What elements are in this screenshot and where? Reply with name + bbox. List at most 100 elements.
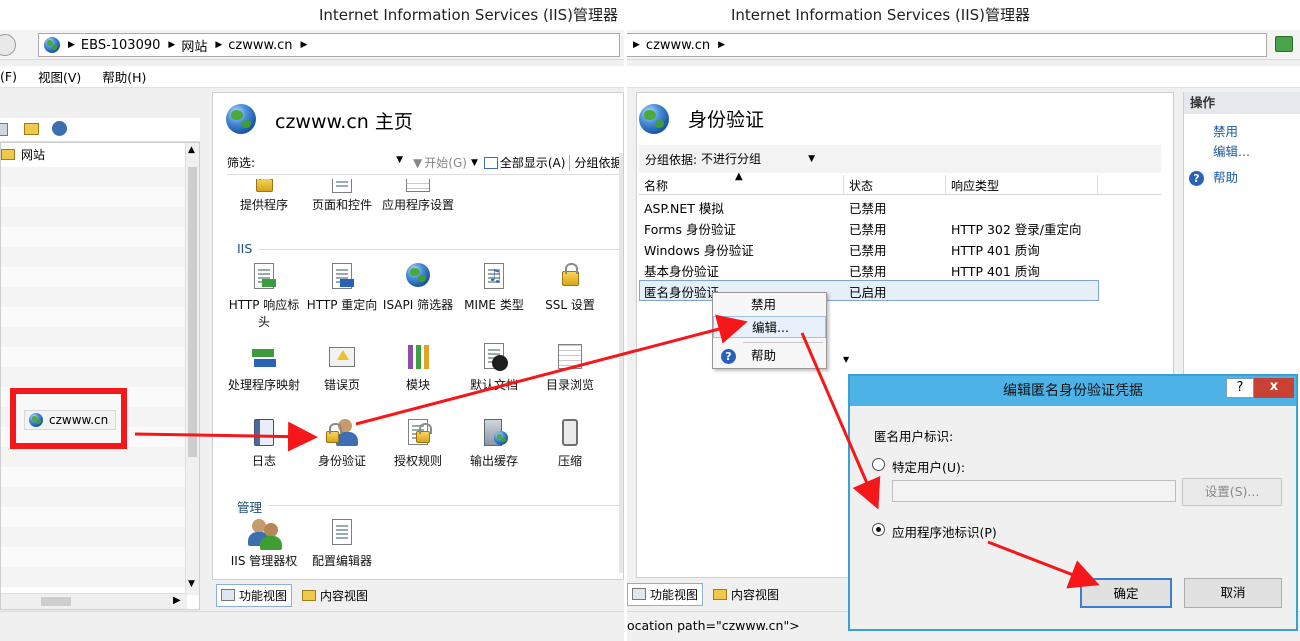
ok-button[interactable]: 确定 xyxy=(1080,578,1172,608)
tab-features-view[interactable]: 功能视图 xyxy=(627,582,704,606)
tree-vertical-scrollbar[interactable]: ▲ ▼ xyxy=(185,143,199,595)
scroll-right-icon[interactable]: ▶ xyxy=(173,595,181,606)
folder-icon[interactable] xyxy=(24,123,39,135)
show-all-button[interactable]: 全部显示(A) xyxy=(500,154,566,171)
feature-directory-browsing[interactable]: 目录浏览 xyxy=(531,341,609,394)
column-separator[interactable] xyxy=(945,175,946,195)
response-headers-icon xyxy=(248,261,280,293)
tab-features-view[interactable]: 功能视图 xyxy=(216,583,293,607)
row-status: 已禁用 xyxy=(849,222,887,237)
radio-specific-user[interactable] xyxy=(872,458,885,471)
feature-compression-label: 压缩 xyxy=(557,454,582,468)
row-response: HTTP 302 登录/重定向 xyxy=(951,222,1082,237)
chevron-down-icon[interactable]: ▼ xyxy=(471,158,478,168)
back-button[interactable] xyxy=(0,34,16,56)
group-by-value: 不进行分组 xyxy=(701,152,762,166)
feature-iis-manager-permissions[interactable]: IIS 管理器权 xyxy=(225,517,303,570)
column-separator[interactable] xyxy=(1097,175,1098,195)
scroll-up-icon[interactable]: ▲ xyxy=(188,145,195,155)
action-disable[interactable]: 禁用 xyxy=(1184,122,1300,142)
feature-mime-types[interactable]: ♫ MIME 类型 xyxy=(455,261,533,314)
feature-authorization-rules[interactable]: 授权规则 xyxy=(379,417,457,470)
feature-error-pages[interactable]: 错误页 xyxy=(303,341,381,394)
feature-providers[interactable]: 提供程序 xyxy=(225,179,303,214)
feature-authentication[interactable]: 身份验证 xyxy=(303,417,381,470)
scroll-thumb-horizontal[interactable] xyxy=(41,597,71,606)
cancel-button[interactable]: 取消 xyxy=(1184,578,1282,608)
toolbar-icon[interactable] xyxy=(0,123,8,136)
row-status: 已启用 xyxy=(849,285,887,300)
redirect-icon xyxy=(326,261,358,293)
tab-content-view[interactable]: 内容视图 xyxy=(298,585,372,606)
feature-app-settings[interactable]: 应用程序设置 xyxy=(379,179,457,214)
menu-file[interactable]: (F) xyxy=(0,69,17,84)
menu-help[interactable]: 帮助(H) xyxy=(102,67,146,86)
tab-content-view[interactable]: 内容视图 xyxy=(709,584,783,605)
refresh-icon[interactable] xyxy=(1275,36,1293,52)
set-user-button[interactable]: 设置(S)... xyxy=(1182,478,1282,506)
context-menu-edit[interactable]: 编辑... xyxy=(713,316,826,338)
chevron-right-icon: ▶ xyxy=(300,40,308,50)
group-by-select[interactable]: 不进行分组 ▼ xyxy=(701,149,817,169)
lock-icon xyxy=(554,261,586,293)
go-button[interactable]: 开始(G) xyxy=(424,154,467,171)
table-row[interactable]: Forms 身份验证 已禁用 HTTP 302 登录/重定向 xyxy=(639,217,1161,238)
column-separator[interactable] xyxy=(843,175,844,195)
column-status[interactable]: 状态 xyxy=(849,177,873,194)
feature-logging[interactable]: 日志 xyxy=(225,417,303,470)
sort-ascending-icon: ▲ xyxy=(735,171,743,182)
tree-horizontal-scrollbar[interactable]: ▶ xyxy=(1,593,187,609)
radio-app-pool-identity[interactable] xyxy=(872,523,885,536)
column-name[interactable]: 名称 xyxy=(644,177,668,194)
filter-input[interactable]: ▼ xyxy=(257,154,405,172)
address-segment-site[interactable]: czwww.cn xyxy=(228,38,292,53)
address-segment-site[interactable]: czwww.cn xyxy=(646,38,710,53)
feature-handler-mappings[interactable]: 处理程序映射 xyxy=(225,341,303,394)
menu-view[interactable]: 视图(V) xyxy=(38,67,81,86)
table-row[interactable]: ASP.NET 模拟 已禁用 xyxy=(639,196,1161,217)
feature-pages-controls[interactable]: 页面和控件 xyxy=(303,179,381,214)
dialog-close-button[interactable]: x xyxy=(1254,378,1294,398)
address-box[interactable]: ▶ czwww.cn ▶ xyxy=(627,33,1267,57)
action-help[interactable]: ? 帮助 xyxy=(1184,168,1300,188)
tab-features-view-label: 功能视图 xyxy=(239,588,288,603)
scroll-thumb[interactable] xyxy=(188,167,197,457)
feature-modules[interactable]: 模块 xyxy=(379,341,457,394)
feature-compression[interactable]: 压缩 xyxy=(531,417,609,470)
radio-specific-user-label[interactable]: 特定用户(U): xyxy=(892,457,965,476)
row-name: Windows 身份验证 xyxy=(644,243,754,258)
table-row[interactable]: 基本身份验证 已禁用 HTTP 401 质询 xyxy=(639,259,1161,280)
address-segment-sites[interactable]: 网站 xyxy=(181,36,207,55)
connect-icon[interactable] xyxy=(52,121,67,136)
row-status: 已禁用 xyxy=(849,264,887,279)
context-menu-disable[interactable]: 禁用 xyxy=(713,294,826,316)
scroll-down-icon[interactable]: ▼ xyxy=(188,579,195,589)
table-row[interactable]: Windows 身份验证 已禁用 HTTP 401 质询 xyxy=(639,238,1161,259)
feature-output-caching[interactable]: 输出缓存 xyxy=(455,417,533,470)
feature-pages-controls-label: 页面和控件 xyxy=(311,198,372,212)
column-response-type[interactable]: 响应类型 xyxy=(951,177,999,194)
address-segment-server[interactable]: EBS-103090 xyxy=(81,38,160,53)
selected-site-highlight: czwww.cn xyxy=(10,388,127,449)
address-box[interactable]: ▶ EBS-103090 ▶ 网站 ▶ czwww.cn ▶ xyxy=(38,33,620,57)
table-row-selected[interactable]: 匿名身份验证 已启用 xyxy=(639,280,1099,301)
feature-default-document[interactable]: 默认文档 xyxy=(455,341,533,394)
tree-item-sites[interactable]: 网站 xyxy=(1,145,45,163)
feature-http-redirect[interactable]: HTTP 重定向 xyxy=(303,261,381,314)
providers-icon xyxy=(248,179,280,193)
globe-icon xyxy=(44,37,60,53)
dialog-help-button[interactable]: ? xyxy=(1226,378,1254,398)
radio-app-pool-identity-label[interactable]: 应用程序池标识(P) xyxy=(892,522,997,541)
authorization-icon xyxy=(402,417,434,449)
row-response: HTTP 401 质询 xyxy=(951,264,1040,279)
feature-isapi-filters[interactable]: ISAPI 筛选器 xyxy=(379,261,457,314)
feature-http-response-headers[interactable]: HTTP 响应标头 xyxy=(225,261,303,331)
group-by-button[interactable]: 分组依据 xyxy=(574,154,622,171)
actions-header: 操作 xyxy=(1184,92,1300,114)
action-edit[interactable]: 编辑... xyxy=(1184,142,1300,162)
features-scrollbar[interactable] xyxy=(619,153,623,573)
feature-ssl-settings[interactable]: SSL 设置 xyxy=(531,261,609,314)
tree-item-czwww[interactable]: czwww.cn xyxy=(24,410,116,430)
context-menu-help[interactable]: ? 帮助 xyxy=(713,345,826,367)
feature-configuration-editor[interactable]: 配置编辑器 xyxy=(303,517,381,570)
